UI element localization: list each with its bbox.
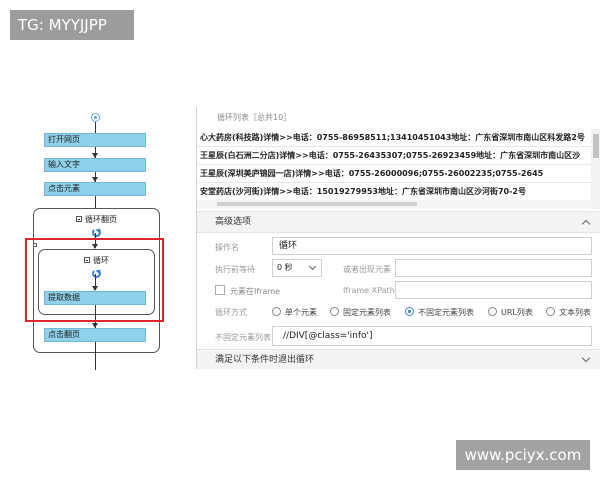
- list-item[interactable]: 安堂药店(沙河街)详情>>电话：15019279953地址：广东省深圳市南山区沙…: [197, 183, 591, 201]
- advanced-options-toggle[interactable]: 高级选项: [197, 211, 600, 233]
- or-appear-label: 或者出现元素: [343, 265, 391, 274]
- radio-label: 单个元素: [285, 308, 317, 317]
- radio-text-list[interactable]: [546, 307, 555, 316]
- chevron-down-icon: [581, 353, 591, 363]
- vertical-scrollbar[interactable]: [591, 129, 600, 209]
- outer-loop-title: 循环翻页: [34, 214, 159, 225]
- iframe-xpath-label: Iframe XPath: [343, 286, 395, 295]
- radio-label: 不固定元素列表: [418, 308, 474, 317]
- iframe-label: 元素在Iframe: [230, 287, 281, 296]
- wait-value: 0 秒: [277, 263, 293, 272]
- highlight-frame: [25, 238, 164, 322]
- iframe-xpath-input[interactable]: [395, 281, 592, 299]
- xpath-input[interactable]: //DIV[@class='info']: [272, 326, 592, 346]
- settings-panel: 循环列表［总共10］ 心大药房(科技路)详情>>电话：0755-86958511…: [196, 107, 600, 369]
- iframe-checkbox[interactable]: [215, 285, 225, 295]
- step-open-page[interactable]: 打开网页: [44, 133, 146, 147]
- scroll-thumb[interactable]: [593, 134, 599, 158]
- list-item[interactable]: 王星辰(深圳美庐锦园一店)详情>>电话：0755-26000096;0755-2…: [197, 165, 591, 183]
- step-input-text[interactable]: 输入文字: [44, 158, 146, 172]
- outer-loop-label: 循环翻页: [85, 215, 117, 224]
- radio-label: 文本列表: [559, 308, 591, 317]
- loop-list: 心大药房(科技路)详情>>电话：0755-86958511;1341045104…: [197, 129, 591, 209]
- radio-single-element[interactable]: [272, 307, 281, 316]
- chevron-down-icon: [308, 262, 317, 271]
- loop-mode-label: 循环方式: [215, 308, 247, 317]
- exit-condition-toggle[interactable]: 满足以下条件时退出循环: [197, 349, 600, 369]
- radio-fixed-list[interactable]: [330, 307, 339, 316]
- wait-select[interactable]: 0 秒: [272, 259, 322, 277]
- loop-list-header: 循环列表［总共10］: [197, 107, 600, 129]
- appear-element-input[interactable]: [395, 259, 592, 277]
- collapse-icon[interactable]: [76, 215, 82, 222]
- radio-unfixed-list[interactable]: [405, 307, 414, 316]
- connector-line: [95, 196, 96, 208]
- radio-label: URL列表: [501, 308, 533, 317]
- step-click-next-page[interactable]: 点击翻页: [44, 328, 146, 342]
- horizontal-scrollbar[interactable]: [197, 200, 591, 208]
- radio-label: 固定元素列表: [343, 308, 391, 317]
- workflow-diagram: 打开网页 输入文字 点击元素 循环翻页 循环 提取数据 点击翻页: [0, 0, 190, 480]
- list-item[interactable]: 王星辰(白石洲二分店)详情>>电话：0755-26435307;0755-269…: [197, 147, 591, 165]
- chevron-up-icon: [581, 219, 591, 229]
- wait-label: 执行前等待: [215, 265, 255, 274]
- start-node-icon[interactable]: [91, 113, 100, 122]
- op-name-input[interactable]: 循环: [272, 237, 592, 255]
- watermark-bottom-right: www.pciyx.com: [456, 440, 590, 470]
- scroll-thumb[interactable]: [217, 202, 417, 206]
- unfixed-list-label: 不固定元素列表: [215, 333, 271, 342]
- loop-icon: [92, 228, 101, 237]
- advanced-options-label: 高级选项: [215, 217, 252, 227]
- exit-condition-label: 满足以下条件时退出循环: [215, 355, 315, 365]
- connector-line: [95, 342, 96, 370]
- radio-url-list[interactable]: [488, 307, 497, 316]
- step-click-element[interactable]: 点击元素: [44, 182, 146, 196]
- op-name-label: 操作名: [215, 243, 239, 252]
- list-item[interactable]: 心大药房(科技路)详情>>电话：0755-86958511;1341045104…: [197, 129, 591, 147]
